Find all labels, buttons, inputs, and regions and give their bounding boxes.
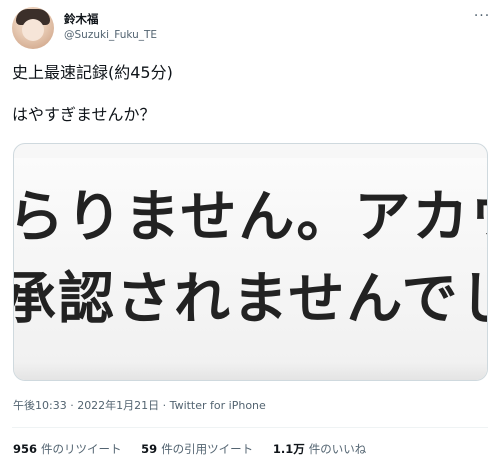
likes-count: 1.1万 bbox=[272, 442, 305, 456]
retweets-count: 956 bbox=[13, 442, 38, 456]
more-options-icon[interactable]: ··· bbox=[470, 7, 494, 29]
likes-stat[interactable]: 1.1万 件のいいね bbox=[273, 442, 366, 456]
tweet-text: 史上最速記録(約45分) はやすぎませんか？ bbox=[12, 62, 488, 126]
image-text-line-2: 承認されませんでした bbox=[13, 267, 487, 332]
retweets-label: 件のリツイート bbox=[41, 442, 122, 456]
image-text-line-1: らりません。アカウン bbox=[13, 185, 487, 250]
quotes-label: 件の引用ツイート bbox=[161, 442, 254, 456]
quotes-stat[interactable]: 59 件の引用ツイート bbox=[141, 442, 253, 456]
tweet-timestamp[interactable]: 午後10:33 · 2022年1月21日 · Twitter for iPhon… bbox=[13, 397, 266, 413]
divider bbox=[12, 427, 488, 428]
avatar[interactable] bbox=[12, 7, 54, 49]
retweets-stat[interactable]: 956 件のリツイート bbox=[13, 442, 122, 456]
tweet-line-2: はやすぎませんか？ bbox=[12, 105, 156, 124]
avatar-face bbox=[22, 19, 44, 41]
tweet-line-1: 史上最速記録(約45分) bbox=[12, 63, 173, 82]
tweet-image[interactable]: らりません。アカウン 承認されませんでした bbox=[13, 143, 488, 381]
quotes-count: 59 bbox=[141, 442, 158, 456]
likes-label: 件のいいね bbox=[308, 442, 367, 456]
user-handle[interactable]: @Suzuki_Fuku_TE bbox=[64, 29, 157, 41]
tweet: 鈴木福 @Suzuki_Fuku_TE ··· 史上最速記録(約45分) はやす… bbox=[0, 0, 500, 467]
display-name[interactable]: 鈴木福 bbox=[64, 11, 99, 27]
tweet-stats: 956 件のリツイート 59 件の引用ツイート 1.1万 件のいいね bbox=[13, 441, 382, 457]
image-bottom-band bbox=[14, 362, 487, 380]
